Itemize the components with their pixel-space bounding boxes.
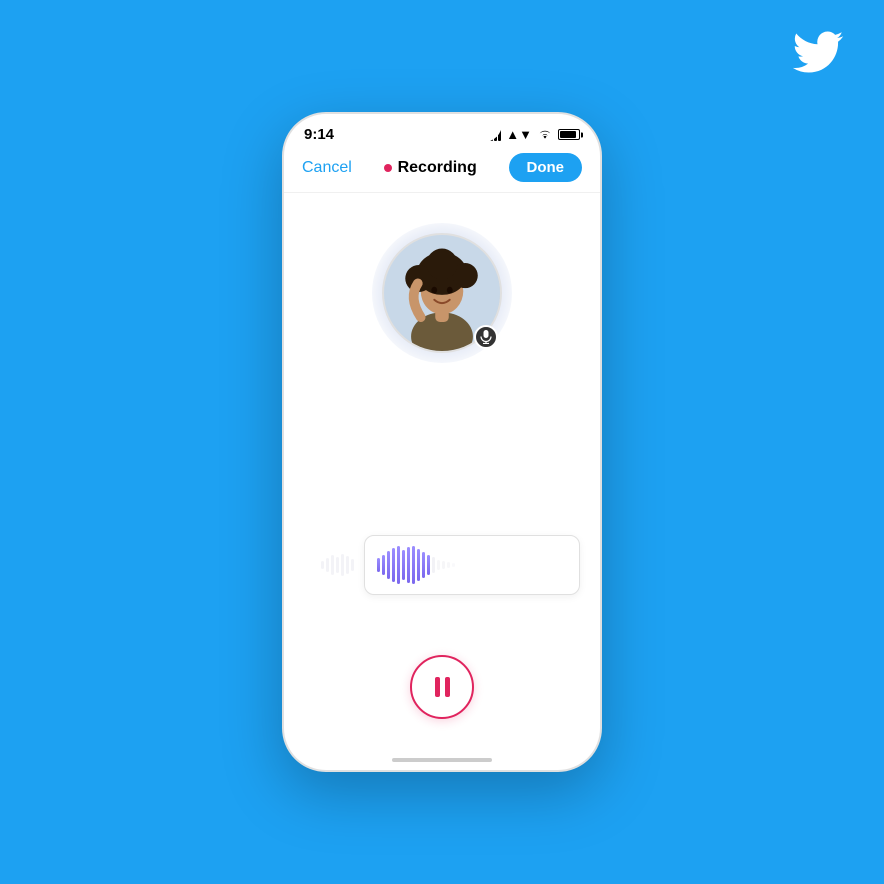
waveform-left (304, 545, 354, 585)
pause-icon (435, 677, 450, 697)
recording-label: Recording (398, 159, 477, 177)
home-indicator (392, 758, 492, 762)
done-button[interactable]: Done (509, 153, 583, 182)
pause-bar-right (445, 677, 450, 697)
cancel-button[interactable]: Cancel (302, 159, 352, 177)
avatar-container (382, 233, 502, 353)
status-time: 9:14 (304, 126, 334, 143)
battery-icon (558, 129, 580, 140)
waveform-section (304, 535, 580, 595)
phone-notch (382, 114, 502, 142)
nav-bar: Cancel Recording Done (284, 147, 600, 193)
waveform-box (364, 535, 580, 595)
wifi-icon: ▲▼ (506, 127, 532, 142)
waveform-left-bars (321, 545, 354, 585)
pause-bar-left (435, 677, 440, 697)
phone-mockup: 9:14 ▲▼ Cancel (282, 112, 602, 772)
wifi-icon (537, 129, 553, 141)
recording-dot-icon (384, 164, 392, 172)
phone-frame: 9:14 ▲▼ Cancel (282, 112, 602, 772)
mic-badge-icon (474, 325, 498, 349)
pause-button[interactable] (410, 655, 474, 719)
pause-button-container (410, 655, 474, 719)
twitter-logo-icon (792, 30, 844, 85)
waveform-active-bars (377, 545, 455, 585)
recording-status: Recording (384, 159, 477, 177)
phone-content (284, 193, 600, 759)
